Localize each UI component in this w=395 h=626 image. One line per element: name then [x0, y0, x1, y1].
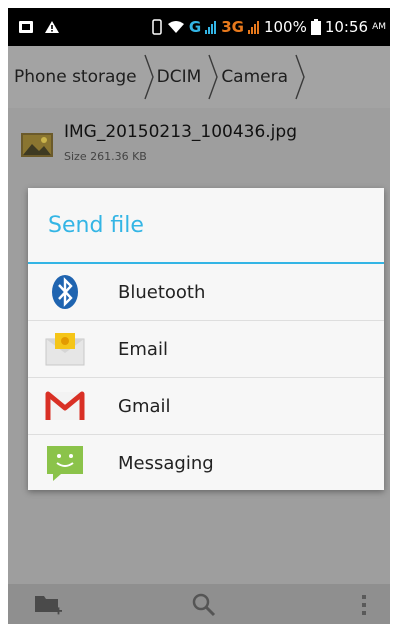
wifi-icon: [167, 8, 185, 46]
share-option-label: Gmail: [118, 395, 171, 417]
overflow-menu-button[interactable]: [344, 590, 384, 620]
status-bar: G 3G 100% 10:56 AM: [8, 8, 390, 46]
email-icon: [44, 329, 86, 369]
share-target-list: Bluetooth Email Gmail Messaging: [28, 264, 384, 492]
new-folder-button[interactable]: [28, 590, 68, 620]
share-option-messaging[interactable]: Messaging: [28, 435, 384, 492]
share-option-label: Messaging: [118, 453, 214, 474]
vibrate-icon: [151, 8, 163, 46]
signal-icon-2: [247, 8, 260, 46]
send-file-dialog: Send file Bluetooth Email Gmail Messagin…: [28, 188, 384, 490]
share-option-bluetooth[interactable]: Bluetooth: [28, 264, 384, 321]
network-type-label: G: [188, 18, 202, 36]
search-icon: [192, 593, 216, 617]
breadcrumb-label: Phone storage: [14, 67, 137, 87]
bottom-toolbar: [8, 584, 390, 624]
overflow-menu-icon: [362, 595, 366, 615]
share-option-email[interactable]: Email: [28, 321, 384, 378]
battery-percent: 100%: [263, 18, 307, 36]
bluetooth-icon: [44, 272, 86, 312]
search-button[interactable]: [184, 590, 224, 620]
breadcrumb-label: Camera: [221, 67, 289, 87]
file-size: Size 261.36 KB: [64, 150, 147, 163]
clock: 10:56: [324, 18, 369, 36]
breadcrumb-camera[interactable]: Camera: [215, 46, 305, 108]
messaging-icon: [44, 443, 86, 483]
battery-icon: [310, 8, 321, 46]
chevron-right-icon: [295, 54, 305, 100]
breadcrumb-label: DCIM: [156, 67, 202, 87]
signal-icon-1: [205, 8, 217, 46]
file-name: IMG_20150213_100436.jpg: [64, 122, 297, 142]
share-option-label: Email: [118, 338, 168, 360]
share-option-gmail[interactable]: Gmail: [28, 378, 384, 435]
gmail-icon: [44, 386, 86, 426]
network-3g-label: 3G: [221, 18, 244, 36]
new-folder-icon: [35, 596, 62, 615]
dialog-title: Send file: [48, 212, 144, 238]
warning-notification-icon: [44, 8, 60, 46]
image-file-icon: [20, 130, 56, 160]
breadcrumb-dcim[interactable]: DCIM: [151, 46, 219, 108]
screen: G 3G 100% 10:56 AM Phone storage DCIM Ca…: [8, 8, 390, 624]
list-item[interactable]: IMG_20150213_100436.jpg Size 261.36 KB: [8, 116, 390, 176]
breadcrumb-phone-storage[interactable]: Phone storage: [8, 46, 154, 108]
gallery-notification-icon: [18, 8, 34, 46]
clock-ampm: AM: [372, 22, 386, 32]
share-option-label: Bluetooth: [118, 281, 206, 303]
breadcrumb: Phone storage DCIM Camera: [8, 46, 390, 108]
